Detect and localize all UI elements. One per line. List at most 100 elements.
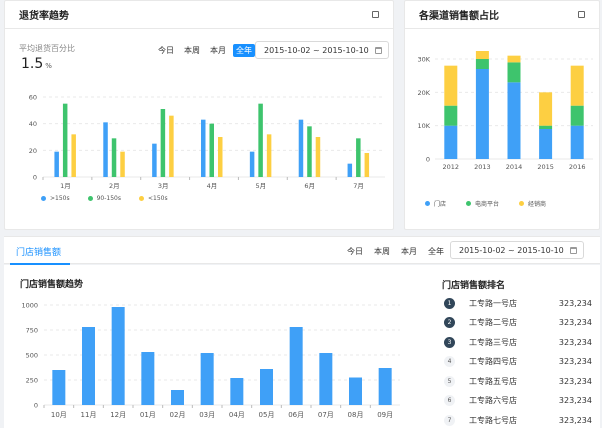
store-name: 工专路一号店 [469, 298, 517, 308]
y-tick-label: 500 [26, 352, 38, 360]
store-sales-value: 323,234 [558, 357, 592, 366]
legend-label: 门店 [434, 201, 447, 208]
maximize-icon[interactable] [372, 11, 379, 18]
legend-label: 电商平台 [475, 201, 500, 208]
ranking-row[interactable]: 7 工专路七号店 323,234 [442, 411, 592, 428]
bar [200, 353, 214, 405]
legend-dot [41, 196, 46, 201]
rank-number: 7 [444, 414, 455, 426]
stacked-bar-segment [444, 125, 458, 159]
y-tick-label: 0 [34, 402, 38, 410]
bar [298, 119, 304, 177]
bar [82, 327, 95, 405]
period-today[interactable]: 今日 [344, 245, 366, 258]
ranking-row[interactable]: 6 工专路六号店 323,234 [442, 392, 592, 410]
legend-item[interactable]: 90-150s [87, 195, 121, 202]
bar [111, 307, 125, 405]
bar [141, 352, 155, 405]
period-month[interactable]: 本月 [207, 44, 229, 57]
x-tick-label: 03月 [199, 411, 215, 419]
legend-label: >150s [50, 195, 70, 202]
store-ranking-title: 门店销售额排名 [442, 281, 506, 291]
legend-label: 经销商 [528, 201, 547, 208]
x-tick-label: 5月 [256, 182, 267, 190]
store-period-selector: 今日 本周 本月 全年 [344, 245, 447, 258]
rank-number: 3 [444, 336, 455, 348]
stacked-bar-segment [539, 125, 553, 129]
ranking-row[interactable]: 2 工专路二号店 323,234 [442, 314, 592, 332]
legend-item[interactable]: >150s [41, 195, 70, 202]
channel-share-card-header: 各渠道销售额占比 [405, 1, 599, 29]
bar [249, 151, 255, 177]
channel-share-legend: 门店 电商平台 经销商 [425, 199, 546, 208]
x-tick-label: 1月 [60, 182, 71, 190]
store-date-range-text: 2015-10-02 ~ 2015-10-10 [459, 245, 564, 255]
return-date-range-picker[interactable]: 2015-10-02 ~ 2015-10-10 [255, 41, 389, 59]
period-year[interactable]: 全年 [233, 44, 255, 57]
avg-return-value: 1.5% [21, 56, 52, 72]
avg-return-unit: % [45, 62, 52, 70]
period-week[interactable]: 本周 [371, 245, 393, 258]
store-sales-trend-chart: 0 250 500 750 1000 10月 11月 12月 01月 02月 03月 04月 05月 06… [21, 302, 400, 419]
legend-dot [425, 201, 430, 206]
rank-number: 2 [444, 317, 455, 328]
stacked-bar-segment [475, 59, 489, 69]
legend-item[interactable]: 电商平台 [466, 199, 499, 208]
period-week[interactable]: 本周 [181, 44, 203, 57]
bar [218, 137, 223, 177]
legend-dot [87, 196, 93, 201]
bar [356, 138, 361, 177]
y-tick-label: 10K [417, 122, 430, 130]
period-today[interactable]: 今日 [155, 44, 177, 57]
calendar-icon[interactable] [570, 246, 577, 254]
bar [260, 369, 273, 405]
stacked-bar-segment [444, 105, 458, 126]
ranking-row[interactable]: 5 工专路五号店 323,234 [442, 372, 592, 390]
bar [349, 377, 362, 405]
bar [201, 119, 206, 177]
channel-share-chart: 0 10K 20K 30K 2012 2013 2014 2015 2016 [417, 51, 593, 171]
stacked-bar-segment [507, 82, 521, 159]
store-sales-value: 323,234 [558, 318, 592, 327]
legend-label: 90-150s [96, 195, 121, 202]
tab-store-sales[interactable]: 门店销售额 [16, 245, 61, 258]
rank-number: 6 [444, 395, 455, 406]
legend-item[interactable]: 门店 [425, 199, 446, 208]
x-tick-label: 08月 [348, 411, 364, 419]
x-tick-label: 01月 [140, 411, 156, 419]
legend-label: <150s [148, 195, 168, 202]
bar [160, 109, 166, 177]
stacked-bar-segment [570, 125, 584, 159]
ranking-row[interactable]: 3 工专路三号店 323,234 [442, 333, 592, 351]
bar [111, 138, 117, 177]
x-tick-label: 09月 [377, 411, 393, 419]
rank-number: 1 [444, 297, 455, 309]
store-sales-value: 323,234 [558, 337, 592, 347]
bar [266, 134, 272, 177]
x-tick-label: 2015 [537, 163, 554, 171]
legend-item[interactable]: <150s [139, 195, 168, 202]
y-tick-label: 20 [29, 147, 37, 155]
bar [258, 103, 263, 177]
store-sales-value: 323,234 [558, 396, 592, 405]
return-rate-chart: 0 20 40 60 1月 2月 3月 4月 5月 6月 7月 [29, 94, 385, 190]
stacked-bar-segment [507, 62, 521, 83]
calendar-icon[interactable] [375, 46, 382, 54]
period-year[interactable]: 全年 [425, 245, 447, 258]
legend-item[interactable]: 经销商 [519, 199, 546, 208]
maximize-icon[interactable] [578, 11, 585, 18]
ranking-row[interactable]: 4 工专路四号店 323,234 [442, 353, 592, 371]
stacked-bar-segment [475, 69, 489, 159]
x-tick-label: 2013 [474, 163, 491, 171]
ranking-row[interactable]: 1 工专路一号店 323,234 [442, 294, 592, 312]
period-month[interactable]: 本月 [398, 245, 420, 258]
bar [54, 151, 59, 177]
return-rate-card-header: 退货率趋势 [5, 1, 393, 29]
stacked-bar-segment [570, 65, 584, 106]
return-date-range-text: 2015-10-02 ~ 2015-10-10 [264, 45, 369, 55]
y-tick-label: 60 [29, 94, 37, 102]
store-date-range-picker[interactable]: 2015-10-02 ~ 2015-10-10 [450, 241, 584, 259]
bar [364, 153, 370, 177]
x-tick-label: 2016 [569, 163, 586, 171]
channel-share-card: 各渠道销售额占比 0 10K 20K 30K 2012 2013 2014 2015 2016 … [404, 0, 600, 230]
